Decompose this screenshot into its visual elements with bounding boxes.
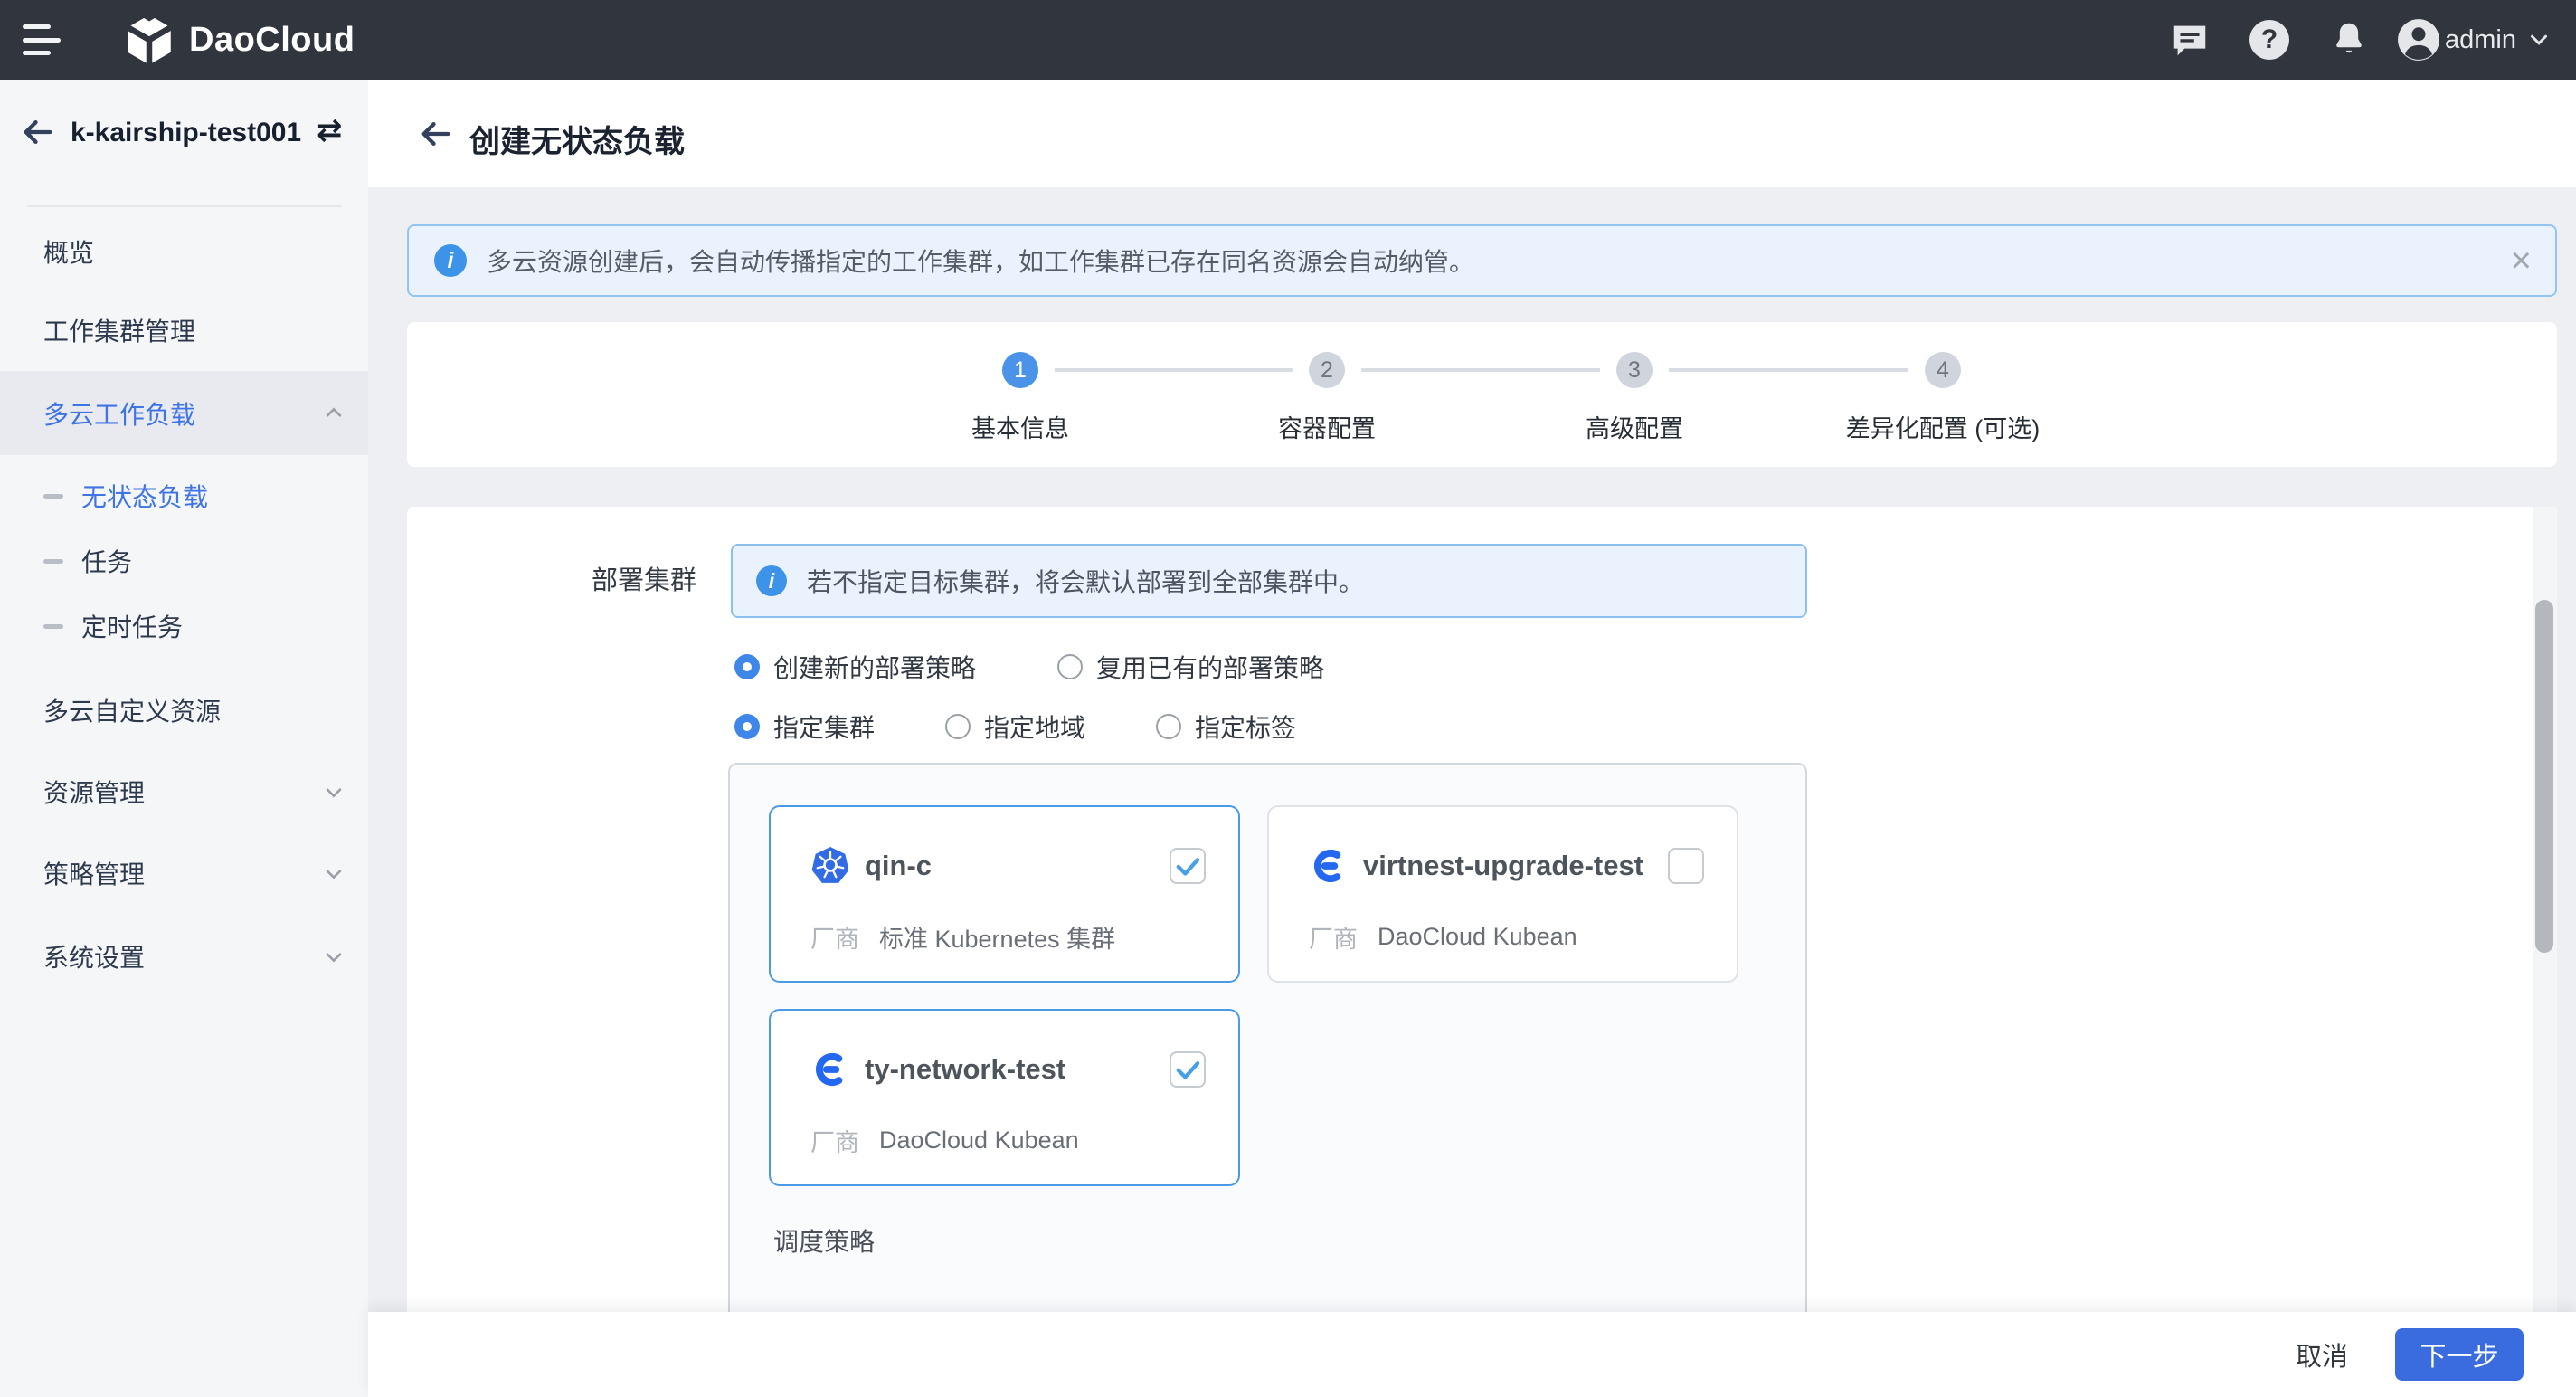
cluster-card-virtnest-upgrade-test[interactable]: virtnest-upgrade-test 厂商 DaoCloud Kubean bbox=[1267, 805, 1738, 983]
vendor-label: 厂商 bbox=[1309, 919, 1358, 955]
sidebar-item-resource-mgmt[interactable]: 资源管理 bbox=[0, 774, 368, 810]
help-icon[interactable]: ? bbox=[2230, 0, 2309, 80]
page-header: 创建无状态负载 bbox=[368, 80, 2576, 187]
vendor-label: 厂商 bbox=[810, 1123, 859, 1158]
username: admin bbox=[2445, 25, 2516, 55]
deploy-cluster-label: 部署集群 bbox=[543, 559, 696, 597]
sidebar-item-work-cluster-mgmt[interactable]: 工作集群管理 bbox=[0, 312, 368, 348]
chevron-up-icon bbox=[321, 401, 346, 426]
cluster-name: k-kairship-test001 bbox=[71, 118, 301, 148]
cluster-name: virtnest-upgrade-test bbox=[1363, 850, 1643, 882]
policy-radio-group: 创建新的部署策略 复用已有的部署策略 bbox=[734, 649, 1324, 685]
scrollbar-thumb[interactable] bbox=[2535, 600, 2553, 953]
wizard-footer: 取消 下一步 bbox=[368, 1312, 2576, 1397]
next-step-button[interactable]: 下一步 bbox=[2395, 1328, 2524, 1381]
brand-name: DaoCloud bbox=[189, 21, 355, 60]
radio-specify-region[interactable]: 指定地域 bbox=[945, 708, 1085, 745]
kubernetes-icon bbox=[810, 846, 850, 886]
step-1-label: 基本信息 bbox=[971, 409, 1069, 444]
sidebar-item-multicloud-workload[interactable]: 多云工作负载 bbox=[0, 371, 368, 455]
cluster-name: qin-c bbox=[865, 850, 932, 882]
dash-icon bbox=[43, 494, 63, 499]
top-navbar: DaoCloud ? admin bbox=[0, 0, 2576, 80]
sidebar-item-overview[interactable]: 概览 bbox=[0, 233, 368, 270]
sidebar-item-policy-mgmt[interactable]: 策略管理 bbox=[0, 855, 368, 891]
step-2-label: 容器配置 bbox=[1278, 409, 1376, 444]
info-icon: i bbox=[434, 244, 467, 277]
cluster-checkbox-checked[interactable] bbox=[1170, 1051, 1206, 1088]
step-4-label: 差异化配置 (可选) bbox=[1846, 409, 2040, 444]
daocloud-cluster-icon bbox=[810, 1050, 850, 1089]
schedule-policy-label: 调度策略 bbox=[773, 1222, 875, 1259]
deploy-hint: i 若不指定目标集群，将会默认部署到全部集群中。 bbox=[731, 544, 1807, 618]
radio-unselected-icon bbox=[1057, 654, 1083, 679]
chevron-down-icon bbox=[321, 860, 346, 886]
cancel-button[interactable]: 取消 bbox=[2272, 1312, 2372, 1397]
vendor-value: 标准 Kubernetes 集群 bbox=[879, 919, 1115, 955]
vendor-value: DaoCloud Kubean bbox=[1378, 923, 1577, 951]
chevron-down-icon bbox=[2525, 26, 2552, 53]
cluster-card-ty-network-test[interactable]: ty-network-test 厂商 DaoCloud Kubean bbox=[769, 1009, 1240, 1186]
cluster-checkbox-unchecked[interactable] bbox=[1668, 848, 1704, 884]
page-title: 创建无状态负载 bbox=[469, 117, 685, 161]
daocloud-cluster-icon bbox=[1309, 846, 1349, 886]
sidebar-item-jobs[interactable]: 任务 bbox=[0, 543, 368, 579]
sidebar-item-multicloud-custom-resource[interactable]: 多云自定义资源 bbox=[0, 692, 368, 728]
radio-specify-cluster[interactable]: 指定集群 bbox=[734, 708, 875, 745]
step-3-circle[interactable]: 3 bbox=[1616, 352, 1653, 388]
radio-unselected-icon bbox=[945, 714, 971, 739]
info-banner: i 多云资源创建后，会自动传播指定的工作集群，如工作集群已存在同名资源会自动纳管… bbox=[407, 224, 2557, 297]
radio-specify-label[interactable]: 指定标签 bbox=[1156, 708, 1296, 745]
user-menu[interactable]: admin bbox=[2389, 0, 2576, 80]
avatar-icon bbox=[2396, 17, 2441, 62]
radio-unselected-icon bbox=[1156, 714, 1181, 739]
dash-icon bbox=[43, 559, 63, 564]
sidebar-item-system-settings[interactable]: 系统设置 bbox=[0, 938, 368, 974]
sidebar-item-cronjobs[interactable]: 定时任务 bbox=[0, 608, 368, 644]
wizard-stepper: 1 2 3 4 基本信息 容器配置 高级配置 差异化配置 (可选) bbox=[407, 322, 2557, 467]
sidebar: k-kairship-test001 ⇄ 概览 工作集群管理 多云工作负载 无状… bbox=[0, 80, 368, 1397]
switch-cluster-icon[interactable]: ⇄ bbox=[317, 112, 343, 148]
chevron-down-icon bbox=[321, 944, 346, 969]
bell-icon[interactable] bbox=[2309, 0, 2389, 80]
info-icon: i bbox=[756, 565, 787, 596]
divider bbox=[27, 205, 342, 207]
dash-icon bbox=[43, 624, 63, 629]
hamburger-menu-icon[interactable] bbox=[23, 19, 62, 61]
sidebar-back-button[interactable] bbox=[20, 114, 56, 150]
vertical-scrollbar[interactable] bbox=[2533, 507, 2557, 1318]
vendor-label: 厂商 bbox=[810, 919, 859, 955]
vendor-value: DaoCloud Kubean bbox=[879, 1126, 1079, 1155]
content-area: i 多云资源创建后，会自动传播指定的工作集群，如工作集群已存在同名资源会自动纳管… bbox=[368, 187, 2576, 1312]
chevron-down-icon bbox=[321, 779, 346, 804]
step-1-circle[interactable]: 1 bbox=[1002, 352, 1038, 388]
step-4-circle[interactable]: 4 bbox=[1925, 352, 1961, 388]
page-back-button[interactable] bbox=[418, 116, 454, 152]
target-radio-group: 指定集群 指定地域 指定标签 bbox=[734, 708, 1296, 745]
radio-create-new-policy[interactable]: 创建新的部署策略 bbox=[734, 649, 976, 685]
step-connector bbox=[1361, 368, 1600, 372]
cluster-checkbox-checked[interactable] bbox=[1170, 848, 1206, 884]
step-3-label: 高级配置 bbox=[1586, 409, 1683, 444]
cluster-card-qin-c[interactable]: qin-c 厂商 标准 Kubernetes 集群 bbox=[769, 805, 1240, 983]
radio-selected-icon bbox=[734, 654, 760, 679]
step-connector bbox=[1669, 368, 1908, 372]
step-2-circle[interactable]: 2 bbox=[1309, 352, 1345, 388]
sidebar-item-stateless-workload[interactable]: 无状态负载 bbox=[0, 478, 368, 514]
banner-close-icon[interactable]: × bbox=[2511, 242, 2532, 279]
cluster-selection-panel: qin-c 厂商 标准 Kubernetes 集群 bbox=[728, 763, 1807, 1318]
daocloud-logo-icon bbox=[122, 13, 176, 67]
radio-selected-icon bbox=[734, 714, 760, 739]
cluster-name: ty-network-test bbox=[865, 1053, 1065, 1086]
brand-logo[interactable]: DaoCloud bbox=[122, 0, 355, 80]
message-icon[interactable] bbox=[2150, 0, 2230, 80]
banner-text: 多云资源创建后，会自动传播指定的工作集群，如工作集群已存在同名资源会自动纳管。 bbox=[487, 242, 1474, 279]
step-connector bbox=[1055, 368, 1293, 372]
basic-info-form: 部署集群 i 若不指定目标集群，将会默认部署到全部集群中。 创建新的部署策略 复… bbox=[407, 507, 2557, 1318]
radio-reuse-policy[interactable]: 复用已有的部署策略 bbox=[1057, 649, 1324, 685]
hint-text: 若不指定目标集群，将会默认部署到全部集群中。 bbox=[807, 563, 1364, 599]
